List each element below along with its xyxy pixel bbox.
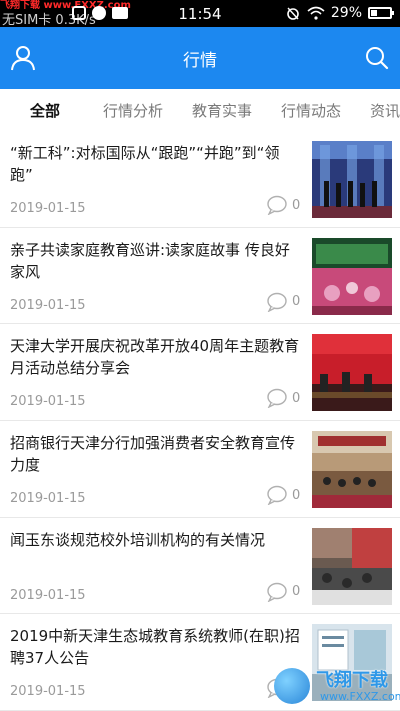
watermark-text: 飞翔下载 bbox=[316, 670, 388, 691]
news-thumbnail bbox=[312, 431, 392, 509]
news-item[interactable]: 亲子共读家庭教育巡讲:读家庭故事 传良好家风 2019-01-15 0 bbox=[0, 228, 400, 325]
news-title: 2019中新天津生态城教育系统教师(在职)招聘37人公告 bbox=[10, 627, 300, 668]
app-header: 行情 bbox=[0, 27, 400, 89]
news-thumbnail bbox=[312, 237, 392, 315]
comment-count-value: 0 bbox=[292, 584, 301, 600]
news-title: 亲子共读家庭教育巡讲:读家庭故事 传良好家风 bbox=[10, 240, 290, 281]
comment-count: 0 bbox=[266, 195, 300, 215]
system-icons: 29% bbox=[285, 5, 394, 21]
news-thumbnail bbox=[312, 334, 392, 412]
category-tabs: 全部 行情分析 教育实事 行情动态 资讯 bbox=[0, 89, 400, 129]
news-date: 2019-01-15 bbox=[10, 684, 86, 700]
watermark-url: www.FXXZ.com bbox=[320, 690, 400, 703]
alarm-icon bbox=[287, 7, 299, 20]
comment-icon bbox=[267, 389, 287, 409]
search-button[interactable] bbox=[360, 41, 394, 75]
battery-percent: 29% bbox=[330, 5, 362, 21]
wifi-icon bbox=[307, 6, 325, 20]
comment-count-value: 0 bbox=[292, 390, 301, 406]
page-title: 行情 bbox=[183, 51, 217, 71]
comment-count-value: 0 bbox=[292, 294, 301, 310]
news-thumbnail bbox=[312, 527, 392, 605]
comment-count-value: 0 bbox=[292, 487, 301, 503]
battery-icon bbox=[368, 7, 394, 19]
news-thumbnail bbox=[312, 141, 392, 218]
news-item[interactable]: 闻玉东谈规范校外培训机构的有关情况 2019-01-15 0 bbox=[0, 518, 400, 615]
comment-icon bbox=[267, 485, 287, 506]
comment-count: 0 bbox=[266, 388, 301, 409]
watermark-bottom: 飞翔下载 www.FXXZ.com bbox=[272, 664, 400, 708]
comment-count: 0 bbox=[266, 485, 301, 506]
search-icon bbox=[366, 47, 389, 70]
news-title: “新工科”:对标国际从“跟跑”“并跑”到“领跑” bbox=[10, 144, 280, 184]
tab-all[interactable]: 全部 bbox=[30, 100, 60, 121]
news-list: “新工科”:对标国际从“跟跑”“并跑”到“领跑” 2019-01-15 0 亲子… bbox=[0, 131, 400, 711]
news-item[interactable]: 天津大学开展庆祝改革开放40周年主题教育月活动总结分享会 2019-01-15 … bbox=[0, 324, 400, 422]
watermark-logo-icon bbox=[274, 668, 310, 704]
tab-info[interactable]: 资讯 bbox=[370, 100, 400, 121]
status-bar: 无SIM卡 0.3K/s 飞翔下载 www.FXXZ.com 11:54 29% bbox=[0, 0, 400, 28]
comment-icon bbox=[267, 195, 287, 215]
comment-icon bbox=[267, 292, 287, 312]
news-title: 闻玉东谈规范校外培训机构的有关情况 bbox=[10, 530, 266, 549]
news-title: 招商银行天津分行加强消费者安全教育宣传力度 bbox=[10, 434, 296, 475]
battery-fill bbox=[371, 10, 377, 16]
news-date: 2019-01-15 bbox=[10, 297, 86, 313]
news-date: 2019-01-15 bbox=[10, 394, 86, 410]
news-date: 2019-01-15 bbox=[10, 491, 86, 507]
news-title: 天津大学开展庆祝改革开放40周年主题教育月活动总结分享会 bbox=[10, 337, 300, 378]
tab-market-analysis[interactable]: 行情分析 bbox=[103, 100, 163, 121]
news-date: 2019-01-15 bbox=[10, 201, 86, 216]
tab-market-updates[interactable]: 行情动态 bbox=[281, 100, 341, 121]
news-date: 2019-01-15 bbox=[10, 587, 86, 603]
comment-count-value: 0 bbox=[292, 197, 301, 213]
comment-icon bbox=[267, 582, 287, 602]
news-item[interactable]: 招商银行天津分行加强消费者安全教育宣传力度 2019-01-15 0 bbox=[0, 421, 400, 518]
news-item[interactable]: “新工科”:对标国际从“跟跑”“并跑”到“领跑” 2019-01-15 0 bbox=[0, 131, 400, 228]
tab-education-news[interactable]: 教育实事 bbox=[192, 100, 252, 121]
comment-count: 0 bbox=[266, 292, 300, 312]
comment-count: 0 bbox=[266, 582, 300, 602]
